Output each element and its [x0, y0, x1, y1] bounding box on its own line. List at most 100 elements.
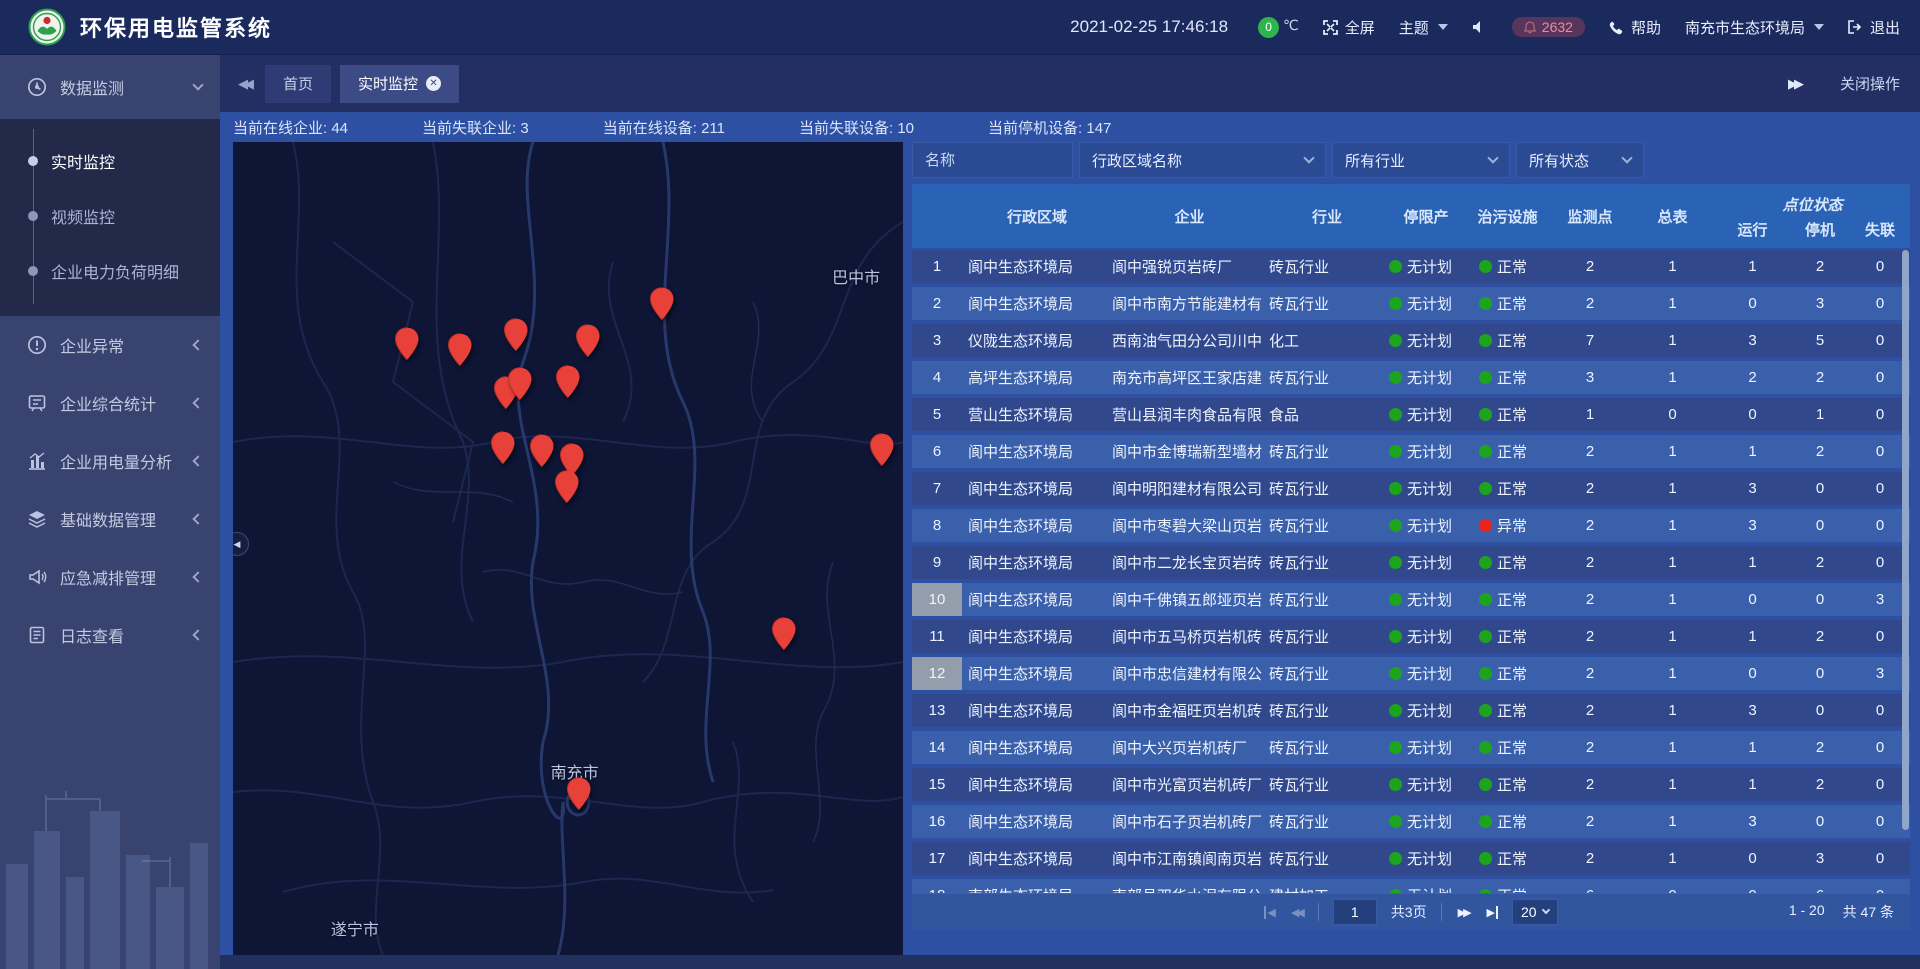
logout-button[interactable]: 退出: [1848, 17, 1900, 38]
stat-value: 211: [701, 120, 725, 137]
sidebar-item-log-view[interactable]: 日志查看: [0, 606, 220, 664]
page-size-select[interactable]: 20: [1512, 899, 1558, 925]
map-pin-icon[interactable]: [490, 431, 516, 465]
sidebar-item-base-data[interactable]: 基础数据管理: [0, 490, 220, 548]
facility-status-text: 正常: [1497, 293, 1527, 314]
tab-realtime-monitor[interactable]: 实时监控 ✕: [340, 65, 459, 103]
limit-status-text: 无计划: [1407, 885, 1452, 893]
region-map[interactable]: 巴中市南充市遂宁市: [233, 142, 903, 955]
cell-region: 阆中生态环境局: [962, 472, 1112, 505]
datetime-label: 2021-02-25 17:46:18: [1070, 17, 1228, 37]
sidebar-item-power-analysis[interactable]: 企业用电量分析: [0, 432, 220, 490]
cell-meters: 1: [1630, 435, 1715, 468]
map-pin-icon[interactable]: [555, 364, 581, 398]
last-page-icon[interactable]: ▶: [1485, 906, 1498, 919]
table-row[interactable]: 11 阆中生态环境局 阆中市五马桥页岩机砖 砖瓦行业 无计划 正常 2 1 1: [912, 620, 1910, 653]
cell-company: 阆中市光富页岩机砖厂: [1112, 768, 1267, 801]
fullscreen-button[interactable]: 全屏: [1323, 17, 1375, 38]
table-row[interactable]: 13 阆中生态环境局 阆中市金福旺页岩机砖 砖瓦行业 无计划 正常 2 1 3: [912, 694, 1910, 727]
next-page-icon[interactable]: ▶▶: [1456, 906, 1471, 919]
sidebar-item-company-statistics[interactable]: 企业综合统计: [0, 374, 220, 432]
top-header: 环保用电监管系统 2021-02-25 17:46:18 0 ℃ 全屏 主题: [0, 0, 1920, 55]
tab-home[interactable]: 首页: [265, 65, 331, 103]
sidebar-item-data-monitor[interactable]: 数据监测: [0, 55, 220, 119]
cell-facility-status: 正常: [1465, 768, 1550, 801]
table-row[interactable]: 14 阆中生态环境局 阆中大兴页岩机砖厂 砖瓦行业 无计划 正常 2 1 1: [912, 731, 1910, 764]
table-row[interactable]: 16 阆中生态环境局 阆中市石子页岩机砖厂 砖瓦行业 无计划 正常 2 1 3: [912, 805, 1910, 838]
limit-status-text: 无计划: [1407, 256, 1452, 277]
table-row[interactable]: 3 仪陇生态环境局 西南油气田分公司川中 化工 无计划 正常 7 1 3: [912, 324, 1910, 357]
table-scrollbar[interactable]: [1902, 250, 1909, 830]
logout-icon: [1848, 20, 1863, 34]
status-dot-icon: [1479, 260, 1492, 273]
table-row[interactable]: 6 阆中生态环境局 阆中市金博瑞新型墙材 砖瓦行业 无计划 正常 2 1 1: [912, 435, 1910, 468]
alarm-counter[interactable]: 2632: [1512, 17, 1585, 37]
map-pin-icon[interactable]: [869, 433, 895, 467]
map-pin-icon[interactable]: [507, 367, 533, 401]
table-row[interactable]: 10 阆中生态环境局 阆中千佛镇五郎垭页岩 砖瓦行业 无计划 正常 2 1 0: [912, 583, 1910, 616]
map-pin-icon[interactable]: [575, 324, 601, 358]
table-row[interactable]: 1 阆中生态环境局 阆中强锐页岩砖厂 砖瓦行业 无计划 正常 2 1 1: [912, 250, 1910, 283]
sidebar-item-realtime-monitor[interactable]: 实时监控: [0, 133, 220, 188]
fullscreen-label: 全屏: [1345, 17, 1375, 38]
table-row[interactable]: 15 阆中生态环境局 阆中市光富页岩机砖厂 砖瓦行业 无计划 正常 2 1 1: [912, 768, 1910, 801]
page-number-input[interactable]: [1333, 899, 1377, 925]
stat-online-companies: 当前在线企业: 44: [233, 117, 348, 138]
status-dot-icon: [1479, 556, 1492, 569]
table-row[interactable]: 5 营山生态环境局 营山县润丰肉食品有限 食品 无计划 正常 1 0 0: [912, 398, 1910, 431]
map-pin-icon[interactable]: [529, 433, 555, 467]
cell-facility-status: 正常: [1465, 731, 1550, 764]
sidebar-item-power-load-detail[interactable]: 企业电力负荷明细: [0, 243, 220, 298]
first-page-icon[interactable]: ◀: [1264, 906, 1274, 919]
cell-index: 3: [912, 324, 962, 357]
cell-run: 3: [1715, 472, 1790, 505]
map-pin-icon[interactable]: [771, 616, 797, 650]
help-label: 帮助: [1631, 17, 1661, 38]
limit-status-text: 无计划: [1407, 478, 1452, 499]
facility-status-text: 正常: [1497, 848, 1527, 869]
table-row[interactable]: 2 阆中生态环境局 阆中市南方节能建材有 砖瓦行业 无计划 正常 2 1 0: [912, 287, 1910, 320]
cell-meters: 1: [1630, 805, 1715, 838]
close-icon[interactable]: ✕: [426, 76, 441, 91]
col-header-facility: 治污设施: [1465, 184, 1550, 248]
map-pin-icon[interactable]: [447, 333, 473, 367]
status-dot-icon: [1479, 445, 1492, 458]
sidebar-item-emergency-reduction[interactable]: 应急减排管理: [0, 548, 220, 606]
table-row[interactable]: 12 阆中生态环境局 阆中市忠信建材有限公 砖瓦行业 无计划 正常 2 1 0: [912, 657, 1910, 690]
status-dot-icon: [1389, 593, 1402, 606]
tabs-scroll-right-icon[interactable]: ▶▶: [1782, 70, 1806, 98]
industry-select-value: 所有行业: [1345, 150, 1405, 171]
help-button[interactable]: 帮助: [1609, 17, 1661, 38]
org-dropdown[interactable]: 南充市生态环境局: [1685, 17, 1824, 38]
phone-icon: [1609, 20, 1624, 35]
theme-dropdown[interactable]: 主题: [1399, 17, 1448, 38]
cell-facility-status: 正常: [1465, 583, 1550, 616]
table-row[interactable]: 9 阆中生态环境局 阆中市二龙长宝页岩砖 砖瓦行业 无计划 正常 2 1 1: [912, 546, 1910, 579]
region-select[interactable]: 行政区域名称: [1079, 142, 1326, 178]
map-pin-icon[interactable]: [554, 470, 580, 504]
map-pin-icon[interactable]: [649, 286, 675, 320]
table-row[interactable]: 17 阆中生态环境局 阆中市江南镇阆南页岩 砖瓦行业 无计划 正常 2 1 0: [912, 842, 1910, 875]
close-operations-button[interactable]: 关闭操作: [1840, 73, 1900, 94]
table-row[interactable]: 18 南部生态环境局 南部县双华水泥有限公 建材加工 无计划 正常 6 0 0: [912, 879, 1910, 893]
name-search-input[interactable]: [912, 142, 1073, 178]
industry-select[interactable]: 所有行业: [1332, 142, 1510, 178]
table-row[interactable]: 8 阆中生态环境局 阆中市枣碧大梁山页岩 砖瓦行业 无计划 异常 2 1 3: [912, 509, 1910, 542]
prev-page-icon[interactable]: ◀◀: [1289, 906, 1304, 919]
cell-points: 1: [1550, 398, 1630, 431]
map-pin-icon[interactable]: [503, 318, 529, 352]
table-row[interactable]: 4 高坪生态环境局 南充市高坪区王家店建 砖瓦行业 无计划 正常 3 1 2: [912, 361, 1910, 394]
speaker-icon: [1472, 20, 1488, 34]
map-pin-icon[interactable]: [394, 327, 420, 361]
stat-lost-devices: 当前失联设备: 10: [799, 117, 914, 138]
sidebar-item-video-monitor[interactable]: 视频监控: [0, 188, 220, 243]
mute-button[interactable]: [1472, 20, 1488, 34]
cell-region: 阆中生态环境局: [962, 509, 1112, 542]
table-row[interactable]: 7 阆中生态环境局 阆中明阳建材有限公司 砖瓦行业 无计划 正常 2 1 3: [912, 472, 1910, 505]
layers-icon: [27, 509, 47, 529]
sidebar-item-company-abnormal[interactable]: 企业异常: [0, 316, 220, 374]
status-dot-icon: [1479, 519, 1492, 532]
status-select[interactable]: 所有状态: [1516, 142, 1644, 178]
map-pin-icon[interactable]: [566, 777, 592, 811]
tabs-scroll-left-icon[interactable]: ◀◀: [232, 70, 256, 98]
